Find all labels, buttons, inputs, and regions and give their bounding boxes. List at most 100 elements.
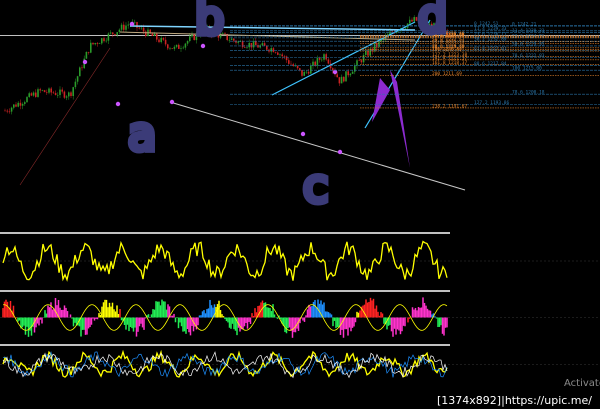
- candle-body: [411, 19, 413, 22]
- candle-body: [321, 59, 323, 61]
- candle-body: [74, 81, 77, 88]
- wave-pivot-marker: [300, 131, 306, 137]
- candle-body: [169, 48, 171, 49]
- candle-body: [255, 41, 257, 46]
- candle-body: [125, 25, 127, 30]
- candle-body: [54, 93, 57, 96]
- candle-body: [26, 97, 28, 103]
- candle-body: [127, 24, 129, 26]
- candle-body: [362, 54, 365, 63]
- candle-body: [173, 46, 176, 49]
- candle-body: [189, 36, 191, 42]
- candle-body: [237, 41, 239, 43]
- candle-body: [180, 48, 182, 49]
- candle-body: [283, 56, 286, 57]
- candle-body: [94, 43, 96, 45]
- candle-body: [252, 41, 255, 48]
- candle-body: [138, 27, 140, 29]
- fib-levels: 0 1242.51 0 1242.2111.4 1239.33 11.4 1238.…: [230, 21, 600, 109]
- wave-pivot-marker: [115, 101, 121, 107]
- candle-body: [70, 92, 72, 97]
- fib-level-label: 238.2 1191.67: [432, 103, 468, 109]
- candle-body: [290, 63, 292, 65]
- candle-body: [13, 104, 15, 108]
- candle-body: [32, 92, 35, 96]
- candle-body: [409, 19, 411, 24]
- candle-body: [145, 31, 147, 36]
- candle-body: [272, 48, 275, 53]
- candle-body: [299, 68, 301, 70]
- candle-body: [76, 76, 79, 82]
- candle-body: [15, 104, 17, 107]
- wave-pivot-marker: [337, 149, 343, 155]
- candle-body: [68, 92, 70, 97]
- candle-body: [153, 33, 156, 36]
- fib-level-label: 0 1242.21: [512, 22, 537, 28]
- candle-body: [270, 48, 272, 52]
- candle-body: [241, 41, 244, 48]
- candle-body: [323, 54, 325, 60]
- candle-body: [43, 90, 46, 93]
- dotted-support-line: [19, 47, 111, 186]
- fib-level-label: 88.6 1217.84: [474, 61, 507, 67]
- candle-body: [79, 67, 81, 77]
- candle-body: [37, 89, 39, 97]
- candle-body: [314, 61, 316, 66]
- candle-body: [156, 33, 158, 40]
- wave-label-c: c: [303, 159, 328, 213]
- candle-body: [301, 69, 303, 76]
- candle-body: [123, 24, 125, 30]
- candle-body: [327, 59, 330, 64]
- candle-body: [316, 57, 319, 66]
- candle-body: [120, 24, 123, 30]
- candle-body: [233, 38, 235, 41]
- fib-level-label: 100 1226.80: [432, 46, 462, 52]
- candle-body: [281, 54, 283, 57]
- candle-body: [191, 34, 193, 37]
- candle-body: [61, 89, 63, 92]
- fib-level-label: 161.8 1218.37: [432, 60, 468, 66]
- candle-body: [10, 107, 13, 112]
- candle-body: [303, 72, 305, 76]
- fib-level-label: 11.4 1239.33: [474, 26, 507, 32]
- candle-body: [413, 17, 415, 22]
- candle-body: [358, 60, 360, 61]
- candle-body: [261, 43, 264, 46]
- candle-body: [345, 71, 347, 82]
- candle-body: [360, 60, 363, 63]
- candle-body: [178, 44, 180, 49]
- candle-body: [175, 44, 178, 47]
- candle-body: [41, 90, 44, 91]
- wave-label-b: b: [195, 0, 224, 45]
- candle-body: [65, 96, 68, 98]
- candle-body: [50, 88, 52, 93]
- candle-body: [305, 71, 308, 73]
- candle-body: [266, 45, 268, 50]
- candle-body: [239, 41, 242, 43]
- candle-body: [307, 71, 310, 74]
- candle-body: [105, 40, 107, 42]
- candle-body: [87, 51, 90, 53]
- candle-body: [285, 56, 288, 61]
- candle-body: [351, 71, 354, 74]
- candle-body: [230, 38, 233, 40]
- footer-url[interactable]: https://upic.me/: [505, 394, 592, 407]
- candle-body: [164, 39, 167, 45]
- wave-label-d: d: [418, 0, 447, 43]
- footer-resolution: [1374x892]: [437, 394, 501, 407]
- candle-body: [30, 93, 33, 96]
- candle-body: [142, 27, 145, 32]
- fib-level-label: 100 1215.00: [512, 66, 542, 72]
- candle-body: [325, 54, 327, 60]
- candle-body: [112, 32, 114, 35]
- candle-body: [182, 47, 184, 49]
- candle-body: [263, 43, 266, 46]
- purple-projection-left: [372, 78, 390, 122]
- candle-body: [85, 51, 88, 59]
- fib-level-label: 127.2 1193.86: [474, 100, 510, 106]
- candle-body: [336, 74, 338, 78]
- candle-body: [114, 34, 116, 36]
- candle-body: [8, 111, 11, 113]
- candle-body: [116, 32, 118, 36]
- candle-body: [318, 57, 321, 60]
